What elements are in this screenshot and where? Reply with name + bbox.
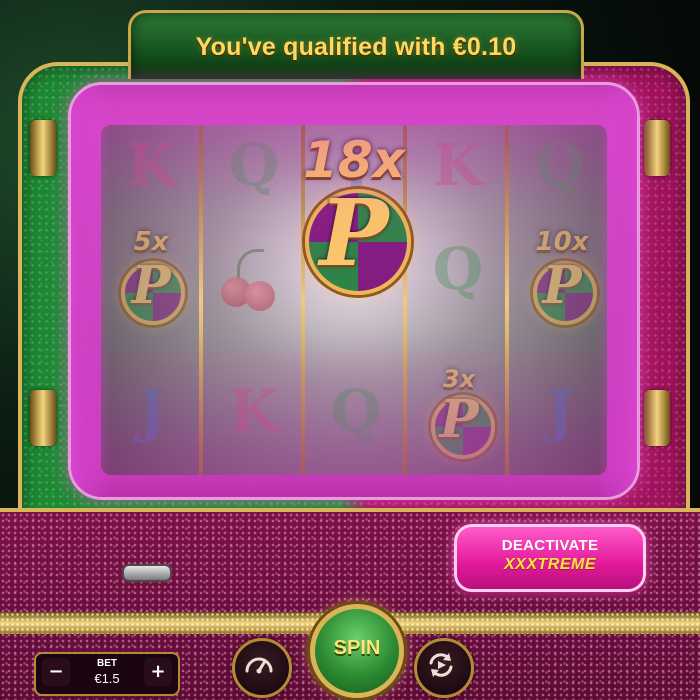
cherry-icon bbox=[215, 245, 285, 315]
badge-letter: P bbox=[131, 255, 171, 316]
symbol-q: Q bbox=[330, 377, 382, 445]
symbol-j: J bbox=[546, 377, 574, 445]
speed-button[interactable] bbox=[232, 638, 292, 698]
qualification-text: You've qualified with €0.10 bbox=[195, 33, 517, 61]
reel-area: K Q J K Q Q J K Q J P 5x P 10x P 3x P 18… bbox=[101, 125, 607, 475]
hinge-top-left bbox=[30, 120, 56, 176]
symbol-k: K bbox=[228, 377, 280, 445]
multiplier-badge-lower: P 3x bbox=[417, 365, 501, 465]
bottom-controls: − BET €1.5 + SPIN bbox=[0, 604, 700, 700]
deactivate-xxxtreme-button[interactable]: DEACTIVATE XXXTREME bbox=[454, 524, 646, 592]
bet-control: − BET €1.5 + bbox=[34, 652, 180, 696]
multiplier-badge-left: P 5x bbox=[111, 225, 191, 335]
multiplier-lower: 3x bbox=[442, 365, 476, 393]
symbol-k: K bbox=[126, 131, 178, 199]
hinge-top-right bbox=[644, 120, 670, 176]
badge-letter: P bbox=[319, 179, 389, 287]
multiplier-badge-center: P 18x bbox=[277, 127, 431, 337]
xxxtreme-line1: DEACTIVATE bbox=[501, 537, 599, 554]
game-stage: You've qualified with €0.10 K Q J K Q Q … bbox=[0, 0, 700, 700]
multiplier-center: 18x bbox=[303, 131, 405, 189]
badge-letter: P bbox=[542, 255, 582, 316]
badge-letter: P bbox=[439, 389, 479, 450]
multiplier-badge-right: P 10x bbox=[519, 225, 605, 335]
hinge-bottom-right bbox=[644, 390, 670, 446]
reel-divider bbox=[505, 125, 509, 475]
hinge-bottom-left bbox=[30, 390, 56, 446]
multiplier-right: 10x bbox=[535, 227, 589, 257]
qualification-banner: You've qualified with €0.10 bbox=[128, 10, 584, 79]
spin-label: SPIN bbox=[333, 637, 381, 659]
autoplay-icon bbox=[429, 653, 453, 677]
symbol-q: Q bbox=[534, 131, 586, 199]
multiplier-left: 5x bbox=[133, 227, 169, 257]
xxxtreme-line2: XXXTREME bbox=[503, 556, 596, 573]
spin-button[interactable]: SPIN bbox=[310, 604, 404, 698]
coin-slot-icon bbox=[122, 564, 172, 582]
bet-increase-button[interactable]: + bbox=[144, 658, 172, 686]
autoplay-button[interactable] bbox=[414, 638, 474, 698]
reel-window: K Q J K Q Q J K Q J P 5x P 10x P 3x P 18… bbox=[68, 82, 640, 500]
reel-divider bbox=[199, 125, 203, 475]
speedometer-icon bbox=[245, 657, 273, 674]
symbol-j: J bbox=[138, 377, 166, 445]
